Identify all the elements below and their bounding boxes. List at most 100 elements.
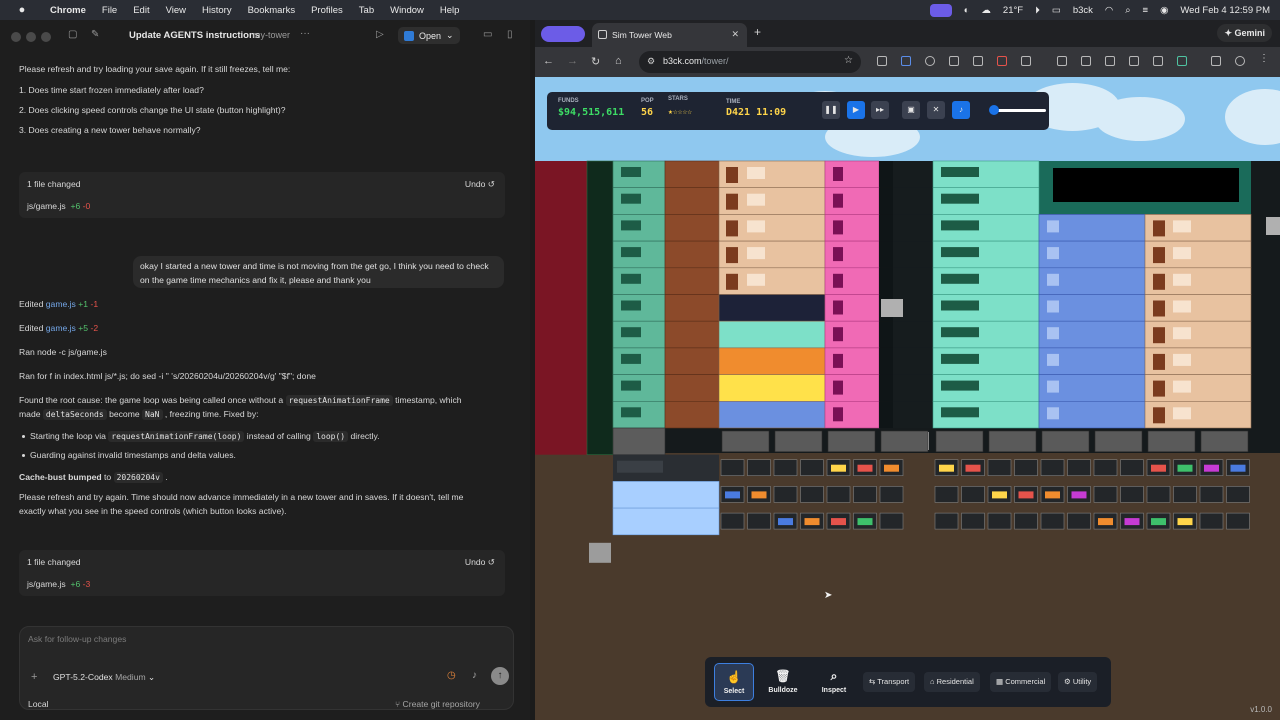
chrome-menu-icon[interactable]: ⋮	[1259, 53, 1269, 64]
menu-app[interactable]: Chrome	[50, 5, 86, 16]
play-button[interactable]: ▶	[847, 101, 865, 119]
panel-toggle-icon[interactable]: ▯	[507, 29, 513, 40]
screen-share-icon[interactable]	[929, 3, 952, 17]
focus-icon[interactable]: ◐	[964, 5, 970, 16]
extension-icon[interactable]	[997, 56, 1007, 66]
mute-sfx-button[interactable]: ✕	[927, 101, 945, 119]
menu-edit[interactable]: Edit	[133, 5, 149, 16]
puzzle-icon[interactable]	[1021, 56, 1031, 66]
more-icon[interactable]: ···	[300, 28, 310, 39]
control-center-icon[interactable]: ≡	[1143, 5, 1149, 16]
category-utility[interactable]: ⚙ Utility	[1058, 672, 1098, 692]
sidebar-toggle-icon[interactable]: ▢	[68, 29, 77, 40]
microphone-icon[interactable]: ♪	[472, 670, 477, 681]
environment-local[interactable]: Local	[28, 699, 49, 709]
extension-icon[interactable]	[1177, 56, 1187, 66]
composer[interactable]: Ask for follow-up changes + GPT-5.2-Code…	[19, 626, 514, 710]
composer-input[interactable]: Ask for follow-up changes	[28, 634, 126, 644]
tab-sim-tower[interactable]: Sim Tower Web ✕	[592, 23, 747, 47]
bulldoze-tool-button[interactable]: 🗑 Bulldoze	[763, 663, 803, 701]
edited-file-link[interactable]: game.js	[46, 299, 76, 309]
menubar-user[interactable]: b3ck	[1073, 5, 1093, 16]
zoom-window-icon[interactable]	[41, 32, 51, 42]
download-icon[interactable]	[1153, 56, 1163, 66]
menu-tab[interactable]: Tab	[359, 5, 374, 16]
plus-icon[interactable]: +	[31, 671, 37, 683]
menu-file[interactable]: File	[102, 5, 117, 16]
category-commercial[interactable]: ▦ Commercial	[990, 672, 1052, 692]
shop-door	[833, 380, 843, 395]
alert-icon[interactable]: ◷	[447, 670, 456, 681]
extension-icon[interactable]	[973, 56, 983, 66]
pause-button[interactable]: ❚❚	[822, 101, 840, 119]
terminal-icon[interactable]: ▭	[483, 29, 492, 40]
gemini-button[interactable]: ✦ Gemini	[1217, 24, 1272, 42]
extension-icon[interactable]	[925, 56, 935, 66]
apple-icon[interactable]: ●	[14, 4, 30, 16]
reading-list-icon[interactable]	[1211, 56, 1221, 66]
camera-icon[interactable]	[949, 56, 959, 66]
battery-icon[interactable]: ▭	[1052, 5, 1061, 16]
office-window	[621, 247, 641, 258]
close-window-icon[interactable]	[11, 32, 21, 42]
tower-map[interactable]	[535, 77, 1280, 720]
undo-button[interactable]: Undo ↺	[465, 557, 495, 568]
spotlight-icon[interactable]: ⌕	[1125, 5, 1130, 16]
cast-icon[interactable]	[1081, 56, 1091, 66]
wifi-icon[interactable]: ◠	[1105, 5, 1113, 16]
extension-icon[interactable]	[877, 56, 887, 66]
menu-history[interactable]: History	[202, 5, 232, 16]
volume-slider-handle[interactable]	[989, 105, 999, 115]
bookmark-star-icon[interactable]: ☆	[844, 55, 853, 66]
changed-file[interactable]: js/game.js +6 -3	[27, 579, 90, 589]
new-thread-icon[interactable]: ✎	[91, 29, 99, 40]
open-in-editor-button[interactable]: Open ⌄	[398, 27, 460, 44]
reload-icon[interactable]: ↻	[591, 55, 600, 68]
siri-icon[interactable]: ◉	[1160, 5, 1168, 16]
run-icon[interactable]: ▷	[376, 29, 384, 40]
screenshot-icon[interactable]	[1057, 56, 1067, 66]
edited-file-link[interactable]: game.js	[46, 323, 76, 333]
code-icon[interactable]	[1105, 56, 1115, 66]
select-tool-button[interactable]: ☝ Select	[714, 663, 754, 701]
menubar-clock[interactable]: Wed Feb 4 12:59 PM	[1180, 5, 1270, 16]
app-icon[interactable]	[1129, 56, 1139, 66]
menu-help[interactable]: Help	[440, 5, 460, 16]
ran-command-1[interactable]: Ran node -c js/game.js	[19, 347, 107, 357]
changed-file[interactable]: js/game.js +6 -0	[27, 201, 90, 211]
home-icon[interactable]: ⌂	[615, 55, 622, 67]
menu-bookmarks[interactable]: Bookmarks	[248, 5, 296, 16]
play-status-icon[interactable]: ⏵	[1035, 5, 1040, 16]
site-info-icon[interactable]: ⚙	[647, 56, 655, 67]
category-residential[interactable]: ⌂ Residential	[924, 672, 980, 692]
minimize-window-icon[interactable]	[26, 32, 36, 42]
weather-icon[interactable]: ☁	[981, 5, 991, 16]
inspect-tool-button[interactable]: ⌕ Inspect	[814, 663, 854, 701]
create-git-repo-button[interactable]: ⑂ Create git repository	[395, 699, 480, 709]
category-transport[interactable]: ⇆ Transport	[863, 672, 916, 692]
music-button[interactable]: ♪	[952, 101, 970, 119]
tab-search-icon[interactable]	[541, 26, 585, 42]
parking-space	[747, 459, 771, 477]
weather-temp[interactable]: 21°F	[1003, 5, 1023, 16]
menu-view[interactable]: View	[166, 5, 186, 16]
back-icon[interactable]: ←	[543, 55, 554, 67]
menu-profiles[interactable]: Profiles	[311, 5, 343, 16]
profile-avatar-icon[interactable]	[1235, 56, 1245, 66]
root-cause-line-2: made deltaSeconds become NaN , freezing …	[19, 409, 259, 420]
close-tab-icon[interactable]: ✕	[731, 29, 739, 40]
undo-button[interactable]: Undo ↺	[465, 179, 495, 190]
game-viewport[interactable]: FUNDS $94,515,611 POP 56 STARS ★☆☆☆☆ TIM…	[535, 77, 1280, 720]
save-button[interactable]: ▣	[902, 101, 920, 119]
forward-icon[interactable]: →	[567, 55, 578, 67]
extension-icon[interactable]	[901, 56, 911, 66]
send-button[interactable]: ↑	[491, 667, 509, 685]
fast-forward-button[interactable]: ▸▸	[871, 101, 889, 119]
model-selector[interactable]: GPT-5.2-Codex Medium ⌄	[53, 672, 155, 683]
menu-window[interactable]: Window	[390, 5, 424, 16]
parked-car	[725, 491, 740, 499]
new-tab-icon[interactable]: +	[754, 25, 761, 39]
ran-command-2[interactable]: Ran for f in index.html js/*.js; do sed …	[19, 371, 316, 381]
volume-slider[interactable]	[994, 109, 1046, 112]
address-bar[interactable]: ⚙ b3ck.com/tower/ ☆	[639, 51, 861, 73]
